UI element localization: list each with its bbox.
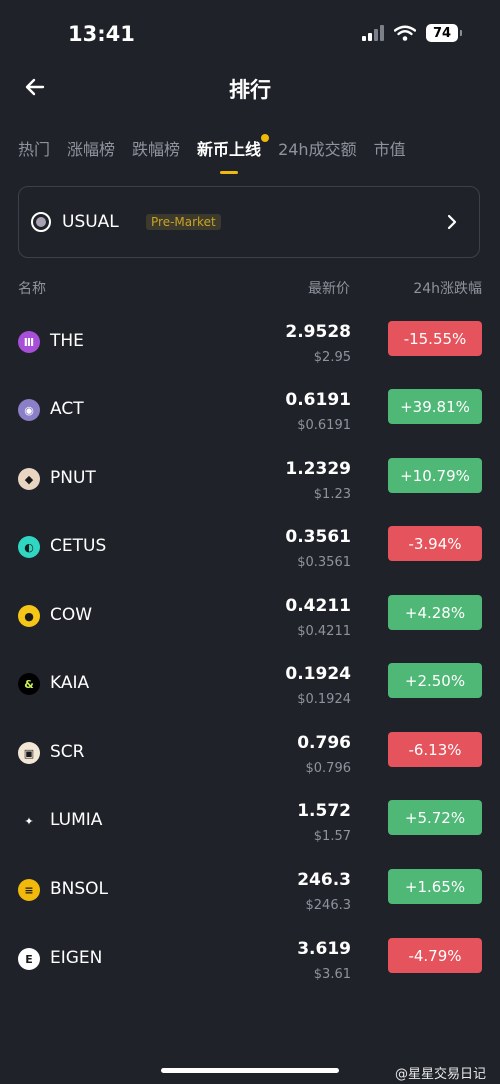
tab-label: 市值 [373, 140, 406, 159]
change-badge[interactable]: -15.55% [388, 321, 482, 356]
tab-bar: 热门 涨幅榜 跌幅榜 新币上线 24h成交额 市值 [18, 134, 500, 174]
coin-symbol: COW [50, 605, 93, 625]
premarket-badge: Pre-Market [146, 214, 221, 230]
lumia-icon: ✦ [18, 810, 40, 832]
fiat-price: $246.3 [305, 898, 352, 913]
coin-symbol: SCR [50, 742, 85, 762]
coin-symbol: CETUS [50, 536, 107, 556]
column-change[interactable]: 24h涨跌幅 [413, 278, 482, 298]
last-price: 2.9528 [285, 322, 351, 342]
last-price: 0.6191 [285, 390, 351, 410]
tab-label: 24h成交额 [278, 140, 357, 159]
tab-hot[interactable]: 热门 [18, 136, 50, 160]
coin-symbol: THE [50, 331, 84, 351]
eigen-icon: E [18, 948, 40, 970]
list-item[interactable]: E EIGEN 3.619 $3.61 -4.79% [0, 935, 500, 1003]
kaia-icon: & [18, 673, 40, 695]
premarket-card[interactable]: USUAL Pre-Market [18, 186, 480, 258]
fiat-price: $0.796 [305, 761, 352, 776]
column-name: 名称 [18, 281, 46, 297]
list-item[interactable]: ✦ LUMIA 1.572 $1.57 +5.72% [0, 797, 500, 865]
list-item[interactable]: ◆ PNUT 1.2329 $1.23 +10.79% [0, 455, 500, 523]
tab-new-listings[interactable]: 新币上线 [197, 134, 270, 174]
cellular-signal-icon [362, 25, 384, 41]
change-badge[interactable]: +10.79% [388, 458, 482, 493]
cow-icon: ● [18, 605, 40, 627]
coin-symbol: LUMIA [50, 810, 103, 830]
tab-label: 跌幅榜 [132, 140, 181, 159]
fiat-price: $3.61 [313, 967, 351, 982]
list-item[interactable]: ◉ ACT 0.6191 $0.6191 +39.81% [0, 386, 500, 454]
tab-label: 新币上线 [197, 140, 262, 159]
wifi-icon [394, 25, 416, 41]
coin-symbol: BNSOL [50, 879, 109, 899]
change-badge[interactable]: -3.94% [388, 526, 482, 561]
battery-indicator: 74 [426, 24, 462, 42]
last-price: 1.2329 [285, 459, 351, 479]
change-badge[interactable]: -6.13% [388, 732, 482, 767]
last-price: 3.619 [297, 939, 351, 959]
act-icon: ◉ [18, 399, 40, 421]
fiat-price: $0.3561 [297, 555, 351, 570]
premarket-symbol: USUAL [62, 212, 119, 232]
change-badge[interactable]: +2.50% [388, 663, 482, 698]
fiat-price: $0.4211 [297, 624, 351, 639]
tab-label: 热门 [18, 140, 51, 159]
tab-label: 涨幅榜 [67, 140, 116, 159]
list-item[interactable]: ▣ SCR 0.796 $0.796 -6.13% [0, 729, 500, 797]
change-badge[interactable]: +39.81% [388, 389, 482, 424]
change-badge[interactable]: -4.79% [388, 938, 482, 973]
bnsol-icon: ≡ [18, 879, 40, 901]
last-price: 0.796 [297, 733, 351, 753]
notification-dot [261, 134, 270, 142]
coin-symbol: ACT [50, 399, 84, 419]
cetus-icon: ◐ [18, 536, 40, 558]
last-price: 0.4211 [285, 596, 351, 616]
fiat-price: $1.57 [313, 829, 351, 844]
watermark-text: @星星交易日记 [394, 1067, 486, 1082]
nav-bar: 排行 [0, 66, 500, 110]
status-bar: 13:41 74 [0, 0, 500, 64]
fiat-price: $2.95 [313, 350, 351, 365]
list-item[interactable]: & KAIA 0.1924 $0.1924 +2.50% [0, 660, 500, 728]
change-badge[interactable]: +5.72% [388, 800, 482, 835]
tab-losers[interactable]: 跌幅榜 [132, 136, 180, 160]
fiat-price: $1.23 [313, 487, 351, 502]
change-badge[interactable]: +1.65% [388, 869, 482, 904]
the-icon: Ⅲ [18, 331, 40, 353]
list-item[interactable]: Ⅲ THE 2.9528 $2.95 -15.55% [0, 318, 500, 386]
coin-symbol: PNUT [50, 468, 96, 488]
list-item[interactable]: ≡ BNSOL 246.3 $246.3 +1.65% [0, 866, 500, 934]
coin-symbol: KAIA [50, 673, 90, 693]
fiat-price: $0.6191 [297, 418, 351, 433]
list-item[interactable]: ● COW 0.4211 $0.4211 +4.28% [0, 592, 500, 660]
status-icons: 74 [362, 24, 462, 42]
status-time: 13:41 [68, 22, 135, 46]
last-price: 1.572 [297, 801, 351, 821]
tab-gainers[interactable]: 涨幅榜 [67, 136, 115, 160]
chevron-right-icon [447, 214, 457, 230]
last-price: 0.3561 [285, 527, 351, 547]
tab-market-cap[interactable]: 市值 [374, 136, 406, 160]
scr-icon: ▣ [18, 742, 40, 764]
column-price[interactable]: 最新价 [308, 278, 350, 298]
tab-24h-volume[interactable]: 24h成交额 [278, 136, 357, 160]
last-price: 246.3 [297, 870, 351, 890]
home-indicator[interactable] [161, 1068, 339, 1073]
usual-icon [31, 212, 51, 232]
coin-symbol: EIGEN [50, 948, 103, 968]
change-badge[interactable]: +4.28% [388, 595, 482, 630]
pnut-icon: ◆ [18, 468, 40, 490]
active-tab-indicator [220, 171, 239, 174]
fiat-price: $0.1924 [297, 692, 351, 707]
last-price: 0.1924 [285, 664, 351, 684]
page-title: 排行 [229, 78, 271, 102]
list-item[interactable]: ◐ CETUS 0.3561 $0.3561 -3.94% [0, 523, 500, 591]
